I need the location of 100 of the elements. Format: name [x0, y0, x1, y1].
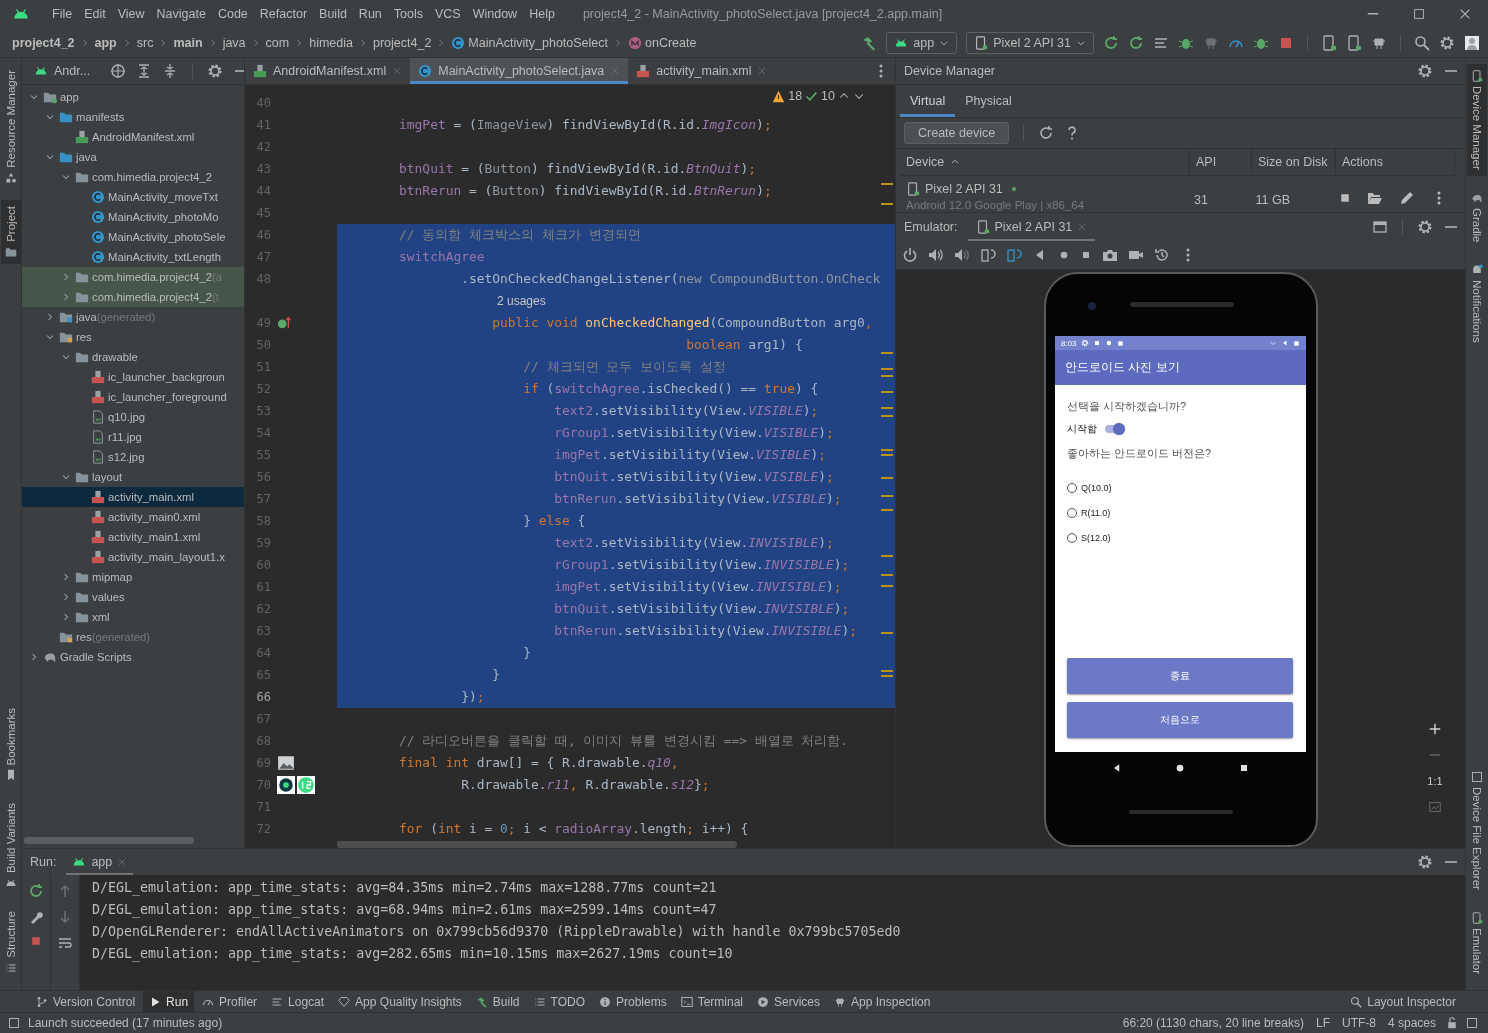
tree-item[interactable]: r11.jpg — [22, 427, 244, 447]
tree-item[interactable]: MainActivity_photoSele — [22, 227, 244, 247]
tool-window-button[interactable]: App Inspection — [828, 991, 937, 1012]
menu-item[interactable]: View — [111, 7, 151, 21]
menu-item[interactable]: Refactor — [253, 7, 314, 21]
tree-item[interactable]: ic_launcher_foreground — [22, 387, 244, 407]
tool-window-button[interactable]: Profiler — [196, 991, 264, 1012]
tree-item[interactable]: s12.jpg — [22, 447, 244, 467]
column-header[interactable]: Size on Disk — [1252, 149, 1336, 175]
error-stripe-mark[interactable] — [881, 477, 893, 479]
error-stripe-mark[interactable] — [881, 449, 893, 451]
actual-size-button[interactable]: 1:1 — [1423, 772, 1447, 790]
error-stripe-mark[interactable] — [881, 555, 893, 557]
breadcrumb[interactable]: java — [222, 35, 246, 50]
create-device-button[interactable]: Create device — [904, 122, 1010, 144]
error-stripe-mark[interactable] — [881, 454, 893, 456]
tree-item[interactable]: values — [22, 587, 244, 607]
breadcrumb[interactable]: onCreate — [645, 35, 697, 50]
menu-item[interactable]: Tools — [387, 7, 429, 21]
menu-item[interactable]: Code — [211, 7, 254, 21]
tool-window-button[interactable]: Problems — [593, 991, 673, 1012]
tab[interactable]: Virtual — [900, 85, 956, 117]
error-stripe-mark[interactable] — [881, 509, 893, 511]
tree-item[interactable]: java(generated) — [22, 307, 244, 327]
app-button[interactable]: 종료 — [1067, 658, 1293, 694]
line-separator[interactable]: LF — [1313, 1016, 1332, 1030]
tree-item[interactable]: activity_main.xml — [22, 487, 244, 507]
error-stripe-mark[interactable] — [881, 495, 893, 497]
tool-window-tab[interactable]: Resource Manager — [0, 64, 21, 190]
error-stripe-mark[interactable] — [881, 632, 893, 634]
tree-item[interactable]: java — [22, 147, 244, 167]
error-stripe-mark[interactable] — [881, 574, 893, 576]
usage-hint[interactable]: 2 usages — [337, 294, 546, 308]
menu-item[interactable]: File — [46, 7, 79, 21]
breadcrumb[interactable]: main — [173, 35, 203, 50]
column-header[interactable]: API — [1190, 149, 1252, 175]
tool-window-button[interactable]: App Quality Insights — [332, 991, 468, 1012]
tree-item[interactable]: res — [22, 327, 244, 347]
radio-option[interactable]: Q(10.0) — [1067, 483, 1294, 493]
scrollbar[interactable] — [24, 837, 194, 844]
breadcrumb[interactable]: com — [265, 35, 290, 50]
file-encoding[interactable]: UTF-8 — [1339, 1016, 1378, 1030]
tool-window-tab[interactable]: Device File Explorer — [1467, 765, 1487, 896]
tool-window-tab[interactable]: Structure — [0, 905, 21, 980]
tool-window-button[interactable]: Version Control — [30, 991, 142, 1012]
tool-window-tab[interactable]: Notifications — [1467, 258, 1487, 349]
tool-window-button[interactable]: Services — [751, 991, 827, 1012]
run-config-dropdown[interactable]: app — [886, 31, 958, 54]
tree-item[interactable]: mipmap — [22, 567, 244, 587]
error-stripe-mark[interactable] — [881, 375, 893, 377]
tree-item[interactable]: ic_launcher_backgroun — [22, 367, 244, 387]
tree-item[interactable]: drawable — [22, 347, 244, 367]
radio-option[interactable]: R(11.0) — [1067, 508, 1294, 518]
scrollbar[interactable] — [337, 841, 737, 848]
editor-tab[interactable]: activity_main.xml — [628, 58, 776, 84]
breadcrumb[interactable]: project4_2 — [372, 35, 432, 50]
error-stripe-mark[interactable] — [881, 368, 893, 370]
menu-item[interactable]: Build — [313, 7, 353, 21]
tree-item[interactable]: activity_main0.xml — [22, 507, 244, 527]
tree-item[interactable]: AndroidManifest.xml — [22, 127, 244, 147]
error-stripe-mark[interactable] — [881, 391, 893, 393]
breadcrumb[interactable]: project4_2 — [12, 35, 75, 50]
error-stripe-mark[interactable] — [881, 675, 893, 677]
warning-count[interactable]: 18 — [788, 89, 803, 103]
tool-window-button[interactable]: Terminal — [674, 991, 750, 1012]
menu-item[interactable]: VCS — [429, 7, 467, 21]
tool-window-button[interactable]: Run — [143, 991, 195, 1012]
breadcrumb[interactable]: himedia — [309, 35, 353, 50]
tree-item[interactable]: activity_main_layout1.x — [22, 547, 244, 567]
error-stripe-mark[interactable] — [881, 415, 893, 417]
menu-item[interactable]: Help — [523, 7, 561, 21]
run-tab[interactable]: app — [66, 849, 134, 875]
breadcrumb[interactable]: src — [136, 35, 154, 50]
tool-window-tab[interactable]: Device Manager — [1467, 64, 1487, 176]
tool-window-tab[interactable]: Bookmarks — [0, 701, 21, 788]
caret-position[interactable]: 66:20 (1130 chars, 20 line breaks) — [1120, 1016, 1306, 1030]
tree-item[interactable]: manifests — [22, 107, 244, 127]
error-stripe-mark[interactable] — [881, 352, 893, 354]
column-header[interactable]: Device — [900, 149, 1190, 175]
tree-item[interactable]: MainActivity_photoMo — [22, 207, 244, 227]
panel-title[interactable]: Andr... — [54, 64, 91, 78]
error-stripe-mark[interactable] — [881, 670, 893, 672]
editor-tab[interactable]: MainActivity_photoSelect.java — [410, 58, 629, 84]
menu-item[interactable]: Window — [466, 7, 524, 21]
tool-window-tab[interactable]: Project — [0, 199, 21, 264]
tree-item[interactable]: res(generated) — [22, 627, 244, 647]
toggle-switch[interactable] — [1105, 425, 1123, 433]
tool-window-tab[interactable]: Build Variants — [0, 797, 21, 896]
tool-window-tab[interactable]: Gradle — [1467, 185, 1487, 249]
device-tab[interactable]: Pixel 2 API 31 — [967, 213, 1096, 241]
tree-item[interactable]: Gradle Scripts — [22, 647, 244, 667]
device-dropdown[interactable]: Pixel 2 API 31 — [966, 31, 1094, 54]
tool-window-button[interactable]: Layout Inspector — [1344, 991, 1462, 1012]
tree-item[interactable]: MainActivity_txtLength — [22, 247, 244, 267]
tool-window-button[interactable]: Logcat — [265, 991, 331, 1012]
editor-tab[interactable]: AndroidManifest.xml — [245, 58, 411, 84]
tab[interactable]: Physical — [955, 85, 1022, 117]
tool-window-button[interactable]: TODO — [527, 991, 591, 1012]
error-stripe-mark[interactable] — [881, 203, 893, 205]
tree-item[interactable]: app — [22, 87, 244, 107]
